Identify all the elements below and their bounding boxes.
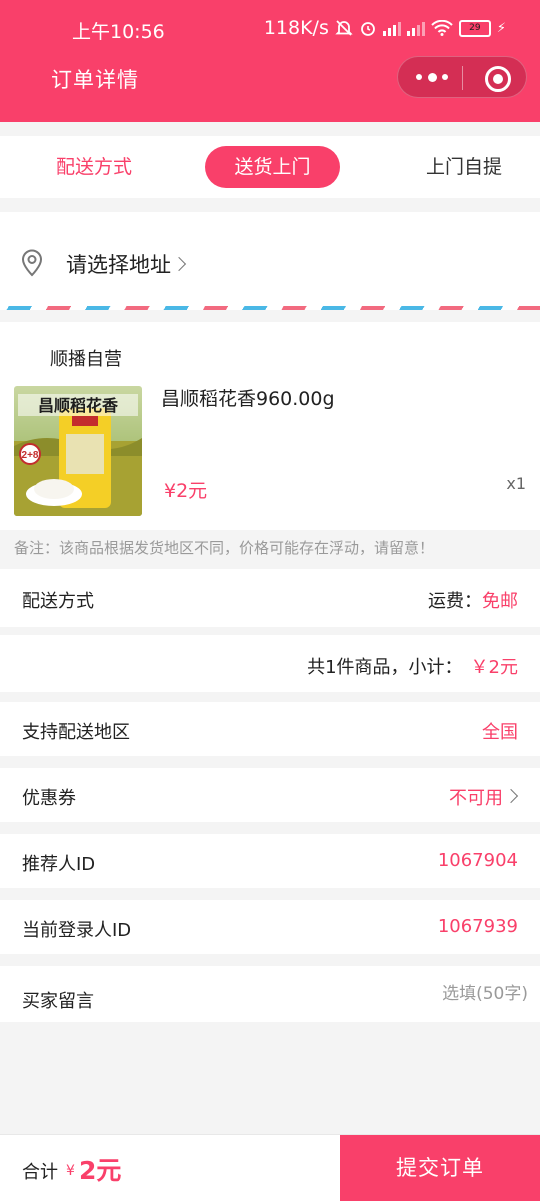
- shipping-fee-label: 运费：: [428, 591, 482, 612]
- coupon-status: 不可用: [449, 788, 503, 809]
- shipping-fee-value: 免邮: [482, 591, 518, 612]
- close-target-icon[interactable]: [485, 66, 511, 92]
- signal-icon-2: [406, 20, 425, 36]
- signal-icon: [382, 20, 401, 36]
- tab-self-pickup[interactable]: 上门自提: [405, 146, 523, 188]
- battery-icon: 29: [458, 19, 491, 37]
- header-bar: 上午10:56 118K/s 29 ⚡ 订单详情: [0, 0, 540, 122]
- charging-icon: ⚡: [496, 20, 506, 36]
- product-price: ¥2元: [164, 480, 208, 502]
- product-name: 昌顺稻花香960.00g: [161, 388, 335, 410]
- referrer-id: 1067904: [437, 850, 518, 871]
- product-image[interactable]: 2+8 昌顺稻花香: [14, 386, 142, 516]
- coupon-label: 优惠券: [22, 788, 76, 809]
- coupon-value[interactable]: 不可用: [449, 784, 519, 810]
- coupon-row[interactable]: 优惠券 不可用: [0, 768, 540, 822]
- envelope-stripe: [0, 306, 540, 310]
- location-pin-icon: [21, 249, 43, 277]
- referrer-row: 推荐人ID 1067904: [0, 834, 540, 888]
- address-selector[interactable]: 请选择地址: [0, 212, 540, 310]
- wifi-icon: [431, 20, 453, 36]
- subtotal-label: 共1件商品，小计：: [307, 657, 463, 678]
- status-time: 上午10:56: [72, 21, 165, 43]
- page-title: 订单详情: [51, 68, 139, 92]
- subtotal: 共1件商品，小计： ￥2元: [307, 653, 518, 679]
- tab-home-delivery[interactable]: 送货上门: [205, 146, 340, 188]
- buyer-message-label: 买家留言: [22, 991, 94, 1012]
- shipping-fee: 运费：免邮: [428, 587, 518, 613]
- checkout-bar: 合计 ¥ 2元 提交订单: [0, 1134, 540, 1201]
- alarm-icon: [360, 22, 375, 36]
- address-label: 请选择地址: [66, 253, 171, 277]
- delivery-region-value: 全国: [482, 722, 518, 743]
- total-amount: 2元: [79, 1156, 122, 1185]
- chevron-right-icon: [171, 256, 187, 272]
- shop-name: 顺播自营: [50, 349, 122, 370]
- shipping-label: 配送方式: [22, 591, 94, 612]
- referrer-label: 推荐人ID: [22, 854, 96, 875]
- bell-muted-icon: [335, 20, 353, 36]
- capsule-divider: [462, 66, 463, 90]
- delivery-region-row: 支持配送地区 全国: [0, 702, 540, 756]
- product-image-label: 昌顺稻花香: [38, 396, 119, 415]
- chevron-right-icon: [503, 788, 519, 804]
- more-icon[interactable]: [416, 70, 448, 84]
- total-currency: ¥: [66, 1163, 75, 1179]
- submit-order-button[interactable]: 提交订单: [340, 1135, 540, 1201]
- status-icons: 118K/s 29 ⚡: [264, 17, 506, 39]
- shipping-row: 配送方式 运费：免邮: [0, 569, 540, 627]
- delivery-region-label: 支持配送地区: [22, 722, 130, 743]
- login-user-id: 1067939: [437, 916, 518, 937]
- product-quantity: x1: [506, 474, 526, 493]
- network-speed: 118K/s: [263, 17, 329, 39]
- subtotal-amount: ￥2元: [470, 657, 518, 678]
- buyer-message-input[interactable]: [266, 978, 530, 1010]
- login-user-row: 当前登录人ID 1067939: [0, 900, 540, 954]
- mini-program-capsule: [397, 56, 527, 98]
- subtotal-row: 共1件商品，小计： ￥2元: [0, 635, 540, 692]
- address-placeholder[interactable]: 请选择地址: [66, 249, 187, 279]
- delivery-tabs: 配送方式 送货上门 上门自提: [0, 136, 540, 198]
- delivery-tabs-label: 配送方式: [55, 156, 132, 178]
- buyer-message-row: 买家留言: [0, 966, 540, 1022]
- login-user-label: 当前登录人ID: [22, 920, 132, 941]
- product-image-badge: 2+8: [22, 450, 39, 461]
- price-note: 备注：该商品根据发货地区不同，价格可能存在浮动，请留意！: [14, 539, 435, 557]
- total-label: 合计: [22, 1162, 58, 1183]
- order-item-card: 顺播自营 2+8 昌顺稻花香 昌顺稻花香960.00g ¥2元 x1: [0, 322, 540, 530]
